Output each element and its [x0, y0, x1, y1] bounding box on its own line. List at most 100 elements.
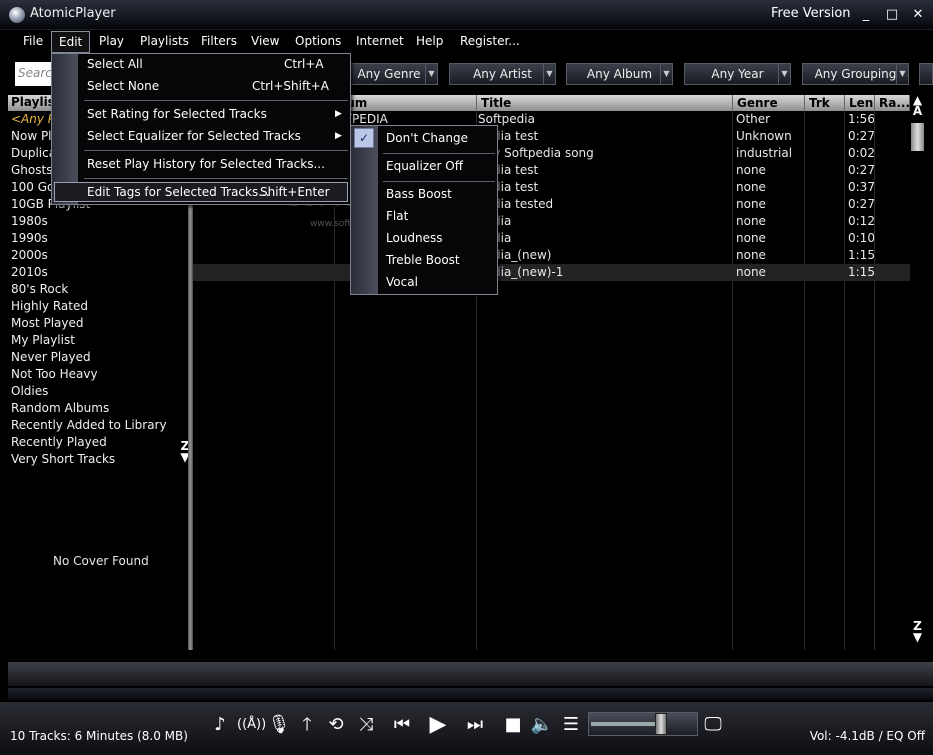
playlist-item[interactable]: Not Too Heavy	[8, 366, 183, 383]
shortcut-edit-tags: Shift+Enter	[260, 185, 330, 199]
volume-slider[interactable]	[588, 712, 698, 736]
column-length[interactable]: Len	[845, 95, 875, 111]
cell-title: pedia test	[478, 180, 539, 194]
playlist-item[interactable]: 2010s	[8, 264, 183, 281]
seek-bar[interactable]	[8, 688, 933, 700]
more-filters-dropdown[interactable]	[919, 63, 933, 85]
menu-item-set-rating[interactable]: Set Rating for Selected Tracks	[87, 105, 267, 123]
scroll-bottom-icon[interactable]: Z ▼	[910, 619, 925, 643]
repeat-icon[interactable]: ⟲	[323, 712, 349, 738]
cell-genre: none	[736, 197, 766, 211]
shuffle-icon[interactable]: ⤨	[353, 712, 379, 738]
menu-filters[interactable]: Filters	[201, 34, 237, 48]
playlist-item[interactable]: Highly Rated	[8, 298, 183, 315]
album-filter-dropdown[interactable]: Any Album ▼	[566, 63, 673, 85]
cell-title: pedia test	[478, 163, 539, 177]
previous-icon[interactable]: ⏮	[389, 712, 415, 738]
playlist-item[interactable]: Very Short Tracks	[8, 451, 183, 468]
column-album[interactable]: oum	[334, 95, 477, 111]
eq-bass-boost[interactable]: Bass Boost	[386, 185, 452, 203]
note-icon[interactable]: ♪	[207, 712, 233, 738]
cell-trk	[808, 128, 842, 145]
column-track[interactable]: Trk	[805, 95, 845, 111]
grouping-filter-dropdown[interactable]: Any Grouping ▼	[802, 63, 909, 85]
playlist-item[interactable]: 1980s	[8, 213, 183, 230]
eq-flat[interactable]: Flat	[386, 207, 408, 225]
column-title[interactable]: Title	[477, 95, 733, 111]
menu-file[interactable]: File	[23, 34, 43, 48]
scroll-top-icon[interactable]: ▲ A	[910, 94, 925, 117]
cell-title: pedia	[478, 213, 730, 230]
edit-menu: Select All Ctrl+A Select None Ctrl+Shift…	[51, 53, 351, 205]
cell-genre: none	[736, 214, 766, 228]
playlist-item[interactable]: 2000s	[8, 247, 183, 264]
player-controls: ♪ ((Å)) 🎙 🡑 ⟲ ⤨ ⏮ ▶ ⏭ ■ 🔈 ☰ 🖵 10 Tracks:…	[0, 702, 933, 755]
playlist-item[interactable]: Oldies	[8, 383, 183, 400]
artist-filter-dropdown[interactable]: Any Artist ▼	[449, 63, 556, 85]
play-icon[interactable]: ▶	[425, 712, 451, 738]
next-icon[interactable]: ⏭	[462, 712, 488, 738]
eq-off[interactable]: Equalizer Off	[386, 157, 463, 175]
table-row[interactable]: pedia_(new) none 1:15	[193, 247, 910, 264]
monitor-icon[interactable]: 🖵	[700, 712, 726, 738]
scroll-bottom-label: Z	[913, 619, 922, 633]
menu-bar: File Edit Play Playlists Filters View Op…	[0, 30, 933, 54]
search-input[interactable]: Search	[15, 62, 55, 86]
playlist-item[interactable]: 80's Rock	[8, 281, 183, 298]
menu-item-select-all[interactable]: Select All	[87, 55, 143, 73]
table-row[interactable]: pedia_(new)-1 none 1:15	[193, 264, 910, 281]
menu-internet[interactable]: Internet	[356, 34, 404, 48]
eq-vocal[interactable]: Vocal	[386, 273, 418, 291]
submenu-arrow-icon: ▶	[335, 131, 342, 141]
menu-item-select-none[interactable]: Select None	[87, 77, 159, 95]
window-title: AtomicPlayer	[30, 6, 116, 21]
playlist-item[interactable]: Random Albums	[8, 400, 183, 417]
equalizer-submenu: ✓ Don't Change Equalizer Off Bass Boost …	[350, 125, 498, 295]
genre-filter-dropdown[interactable]: Any Genre ▼	[340, 63, 438, 85]
eq-treble-boost[interactable]: Treble Boost	[386, 251, 460, 269]
menu-view[interactable]: View	[251, 34, 279, 48]
menu-item-select-equalizer[interactable]: Select Equalizer for Selected Tracks	[87, 127, 301, 145]
broadcast-icon[interactable]: ((Å))	[237, 712, 266, 738]
eq-dont-change[interactable]: Don't Change	[386, 129, 468, 147]
title-bar[interactable]: AtomicPlayer Free Version _ □ ✕	[0, 0, 933, 30]
chevron-down-icon: ▼	[778, 64, 790, 84]
volume-knob[interactable]	[655, 713, 667, 735]
table-row[interactable]: pedia none 0:10	[193, 230, 910, 247]
playlist-item[interactable]: Recently Added to Library	[8, 417, 183, 434]
playlist-item[interactable]: Recently Played	[8, 434, 183, 451]
maximize-button[interactable]: □	[882, 6, 902, 24]
menu-playlists[interactable]: Playlists	[140, 34, 189, 48]
column-genre[interactable]: Genre	[733, 95, 805, 111]
menu-help[interactable]: Help	[416, 34, 443, 48]
cell-len: 1:15	[848, 248, 874, 262]
cell-len: 1:15	[848, 265, 874, 279]
playlist-item[interactable]: 1990s	[8, 230, 183, 247]
menu-item-reset-history[interactable]: Reset Play History for Selected Tracks..…	[87, 155, 325, 173]
playlist-item[interactable]: My Playlist	[8, 332, 183, 349]
column-rating[interactable]: Ra...	[875, 95, 910, 111]
mic-icon[interactable]: 🎙	[266, 712, 292, 738]
menu-play[interactable]: Play	[99, 34, 124, 48]
close-button[interactable]: ✕	[908, 6, 928, 24]
playlist-item[interactable]: Never Played	[8, 349, 183, 366]
scrollbar-thumb[interactable]	[911, 123, 924, 151]
menu-edit[interactable]: Edit	[51, 31, 91, 53]
menu-register[interactable]: Register...	[460, 34, 520, 48]
volume-icon[interactable]: 🔈	[529, 712, 555, 738]
stop-icon[interactable]: ■	[500, 712, 526, 738]
year-filter-dropdown[interactable]: Any Year ▼	[684, 63, 791, 85]
year-filter-label: Any Year	[711, 67, 764, 81]
volume-fill	[591, 722, 665, 726]
equalizer-icon[interactable]: ☰	[558, 712, 584, 738]
shortcut-select-none: Ctrl+Shift+A	[252, 79, 329, 93]
menu-item-edit-tags[interactable]: Edit Tags for Selected Tracks...	[87, 183, 270, 201]
up-arrow-icon[interactable]: 🡑	[294, 712, 320, 738]
table-row[interactable]: pedia none 0:12	[193, 213, 910, 230]
cell-trk	[808, 196, 842, 213]
menu-options[interactable]: Options	[295, 34, 341, 48]
playlist-item[interactable]: Most Played	[8, 315, 183, 332]
minimize-button[interactable]: _	[856, 6, 876, 24]
track-scrollbar[interactable]: ▲ A Z ▼	[910, 94, 925, 650]
eq-loudness[interactable]: Loudness	[386, 229, 443, 247]
